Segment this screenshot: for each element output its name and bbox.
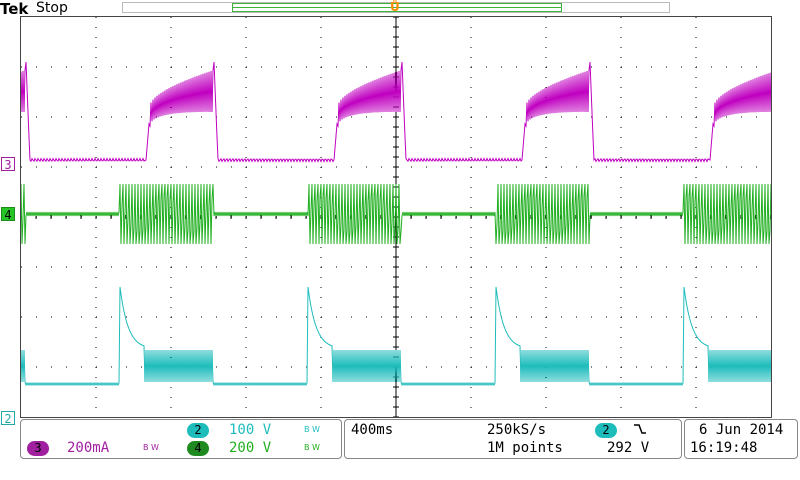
waveform-display[interactable] bbox=[20, 16, 772, 418]
ch4-ground-marker[interactable]: 4 bbox=[1, 207, 15, 222]
acquisition-state: Stop bbox=[36, 0, 68, 16]
ch3-ground-marker[interactable]: 3 bbox=[1, 157, 15, 172]
date: 6 Jun 2014 bbox=[699, 422, 784, 438]
date-time-panel: 6 Jun 2014 16:19:48 bbox=[684, 419, 798, 459]
falling-edge-icon bbox=[633, 421, 647, 441]
ch2-badge[interactable]: 2 bbox=[187, 423, 209, 438]
ch2-ground-marker[interactable]: 2 bbox=[1, 411, 15, 426]
ch4-badge[interactable]: 4 bbox=[187, 441, 209, 456]
trigger-level: 292 V bbox=[607, 440, 650, 456]
ch2-bandwidth-limit-icon: B W bbox=[304, 425, 320, 434]
timebase-trigger-panel[interactable]: 400ms 250kS/s 1M points 2 292 V bbox=[344, 419, 682, 459]
sample-rate: 250kS/s bbox=[487, 422, 547, 438]
channel-settings-panel[interactable]: 2 100 V B W 3 200mA B W 4 200 V B W bbox=[20, 419, 342, 459]
horizontal-scale: 400ms bbox=[351, 422, 394, 438]
ch3-badge[interactable]: 3 bbox=[27, 441, 49, 456]
waveform-graticule bbox=[20, 16, 772, 418]
ch3-scale: 200mA bbox=[67, 440, 110, 456]
ch4-bandwidth-limit-icon: B W bbox=[304, 443, 320, 452]
ch4-scale: 200 V bbox=[229, 440, 272, 456]
trigger-source-badge[interactable]: 2 bbox=[595, 423, 617, 438]
ch2-scale: 100 V bbox=[229, 422, 272, 438]
record-length: 1M points bbox=[487, 440, 563, 456]
time: 16:19:48 bbox=[690, 440, 758, 456]
ch3-bandwidth-limit-icon: B W bbox=[143, 443, 159, 452]
trigger-position-marker-icon: Ů bbox=[390, 0, 400, 14]
